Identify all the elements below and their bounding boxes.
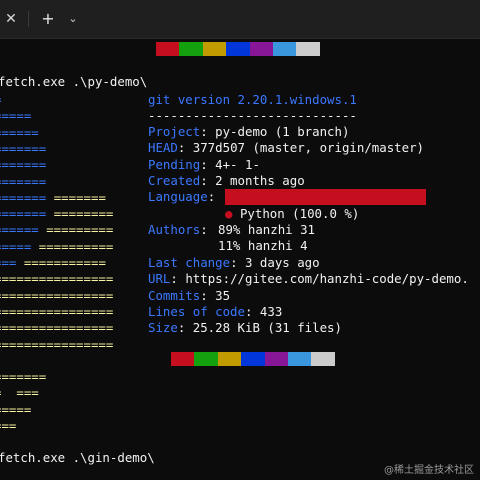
ascii-logo-line: === ===========	[0, 255, 106, 270]
info-row: Pending: 4+- 1-	[148, 156, 260, 172]
info-row: Created: 2 months ago	[148, 172, 305, 188]
info-key: Created	[148, 172, 201, 188]
info-row: Project: py-demo (1 branch)	[148, 124, 350, 139]
palette-swatch	[202, 42, 227, 56]
info-key: HEAD	[148, 140, 178, 156]
info-row: Last change: 3 days ago	[148, 255, 320, 270]
ascii-logo-line: =	[0, 92, 1, 108]
new-tab-button[interactable]: +	[38, 9, 58, 29]
info-key: Language	[148, 189, 208, 205]
info-key: URL	[148, 271, 171, 287]
ascii-logo-line: ======	[0, 124, 39, 140]
info-value: 433	[259, 303, 283, 319]
info-value: 3 days ago	[244, 255, 320, 270]
language-bar	[225, 189, 426, 205]
palette-swatch	[249, 42, 273, 56]
prompt-line-2: fetch.exe .\gin-demo\	[0, 450, 155, 465]
language-detail: ● Python (100.0 %)	[225, 206, 360, 221]
info-key: Commits	[148, 287, 201, 303]
palette-swatch	[296, 42, 320, 56]
info-key: Last change	[148, 255, 231, 270]
info-row: Language:	[148, 189, 223, 205]
info-row: URL: https://gitee.com/hanzhi-code/py-de…	[148, 271, 469, 287]
info-value: 4+- 1-	[215, 156, 260, 172]
info-value: https://gitee.com/hanzhi-code/py-demo.	[185, 271, 469, 287]
tab-divider	[28, 11, 29, 27]
info-value: 2 months ago	[215, 172, 305, 188]
info-row: Lines of code: 433	[148, 303, 283, 319]
palette-swatch	[226, 42, 250, 56]
info-value: 35	[215, 287, 231, 303]
separator: ----------------------------	[148, 108, 357, 123]
palette-swatch	[287, 352, 312, 366]
info-row: Commits: 35	[148, 287, 231, 303]
title-bar: ✕ + ⌄	[0, 0, 480, 39]
ascii-logo-line: ======= ========	[0, 206, 114, 222]
ascii-logo-line: ======= =======	[0, 189, 106, 205]
close-tab-icon[interactable]: ✕	[2, 9, 20, 29]
info-key: Size	[148, 320, 178, 336]
palette-swatch	[156, 42, 180, 56]
info-value: py-demo (1 branch)	[215, 124, 350, 139]
palette-swatch	[264, 352, 288, 366]
ascii-logo-line: ====== =========	[0, 222, 114, 238]
ascii-logo-line: =======	[0, 157, 47, 173]
info-value: 377d507 (master, origin/master)	[192, 140, 425, 156]
prompt-line: fetch.exe .\py-demo\	[0, 74, 148, 89]
ascii-logo-line: =====	[0, 401, 32, 417]
terminal-output[interactable]: fetch.exe .\py-demo\ ==== ===== ====== ====…	[0, 38, 480, 480]
authors-key: Authors:	[148, 222, 208, 237]
ascii-logo-line: =======	[0, 140, 47, 156]
palette-swatch	[272, 42, 297, 56]
info-value: 25.28 KiB (31 files)	[192, 320, 342, 336]
palette-swatch	[311, 352, 335, 366]
palette-swatch	[179, 42, 203, 56]
palette-swatch	[241, 352, 265, 366]
palette-swatch	[217, 352, 242, 366]
ascii-logo-line: ================	[0, 320, 114, 336]
ascii-logo-line: ================	[0, 287, 114, 303]
ascii-logo-line: = ===	[0, 385, 39, 401]
ascii-logo-line: =====	[0, 108, 32, 124]
ascii-logo-line: ================	[0, 303, 114, 319]
color-palette-bottom	[171, 352, 335, 366]
author-entry: 89% hanzhi 31	[218, 222, 316, 237]
ascii-logo-line: ===== ==========	[0, 238, 114, 254]
ascii-logo-line: =======	[0, 173, 47, 189]
git-version: git version 2.20.1.windows.1	[148, 92, 357, 107]
ascii-logo-line: ================	[0, 271, 114, 287]
info-key: Project	[148, 124, 201, 139]
palette-swatch	[171, 352, 195, 366]
color-palette-top	[156, 42, 320, 56]
info-key: Pending	[148, 156, 201, 172]
palette-swatch	[194, 352, 218, 366]
info-row: Size: 25.28 KiB (31 files)	[148, 320, 342, 336]
ascii-logo-line: ================	[0, 336, 114, 352]
info-key: Lines of code	[148, 303, 245, 319]
info-row: HEAD: 377d507 (master, origin/master)	[148, 140, 425, 156]
ascii-logo-line: =======	[0, 369, 47, 385]
author-entry: 11% hanzhi 4	[218, 238, 308, 254]
ascii-logo-line: ===	[0, 418, 17, 433]
chevron-down-icon[interactable]: ⌄	[64, 10, 82, 28]
watermark-text: @稀土掘金技术社区	[384, 465, 474, 476]
